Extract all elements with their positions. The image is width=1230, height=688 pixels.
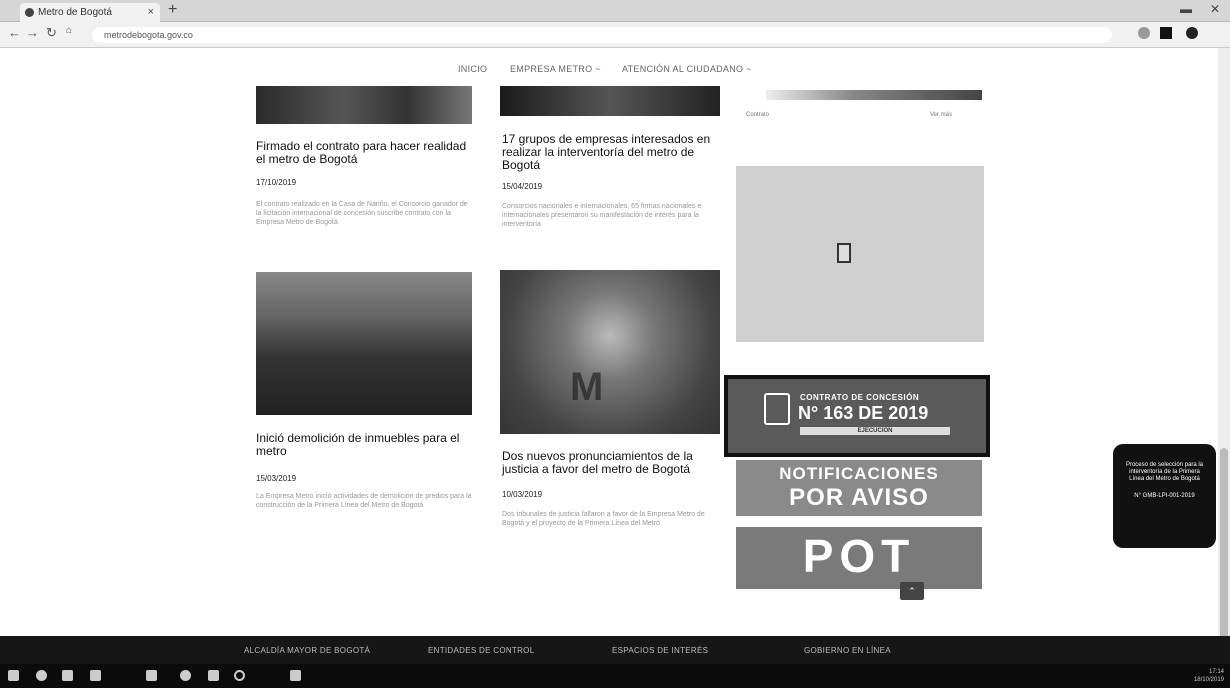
- url-input[interactable]: metrodebogota.gov.co: [92, 27, 1112, 43]
- browser-tab[interactable]: Metro de Bogotá ×: [20, 3, 160, 22]
- footer-link[interactable]: ENTIDADES DE CONTROL: [428, 646, 534, 655]
- favicon-icon: [25, 8, 34, 17]
- notice-popup[interactable]: Proceso de selección para la interventor…: [1113, 444, 1216, 548]
- metro-logo-mark: M: [570, 365, 604, 409]
- sidebar-caption-left: Contrato: [746, 112, 770, 118]
- pinned-app-icon[interactable]: [290, 670, 301, 681]
- site-footer: ALCALDÍA MAYOR DE BOGOTÁ ENTIDADES DE CO…: [0, 636, 1230, 664]
- scroll-to-top-button[interactable]: ⌃: [900, 582, 924, 600]
- extension-icon[interactable]: [1160, 27, 1172, 39]
- embedded-document-placeholder[interactable]: [736, 166, 984, 342]
- news-title[interactable]: Firmado el contrato para hacer realidad …: [256, 140, 472, 166]
- footer-link[interactable]: GOBIERNO EN LÍNEA: [804, 646, 891, 655]
- news-excerpt: Dos tribunales de justicia fallaron a fa…: [502, 511, 705, 527]
- document-icon: [837, 243, 851, 263]
- news-title[interactable]: Dos nuevos pronunciamientos de la justic…: [502, 450, 720, 476]
- notifications-banner[interactable]: NOTIFICACIONES POR AVISO: [736, 460, 982, 516]
- star-icon[interactable]: [1138, 27, 1150, 39]
- search-icon[interactable]: [36, 670, 47, 681]
- sidebar-image-strip: [766, 90, 982, 100]
- back-icon[interactable]: ←: [8, 25, 21, 40]
- forward-icon[interactable]: →: [26, 25, 39, 40]
- app-icon[interactable]: [208, 670, 219, 681]
- notifications-line2: POR AVISO: [789, 484, 929, 511]
- home-icon[interactable]: ⌂: [66, 25, 72, 36]
- contract-banner-line2: N° 163 DE 2019: [798, 403, 929, 423]
- news-excerpt: Consorcios nacionales e internacionales,…: [502, 203, 702, 228]
- browser-tab-bar: Metro de Bogotá × + ▬ ✕: [0, 0, 1230, 22]
- news-date: 17/10/2019: [256, 178, 297, 187]
- reload-icon[interactable]: ↻: [46, 25, 57, 41]
- close-window-icon[interactable]: ✕: [1210, 2, 1220, 16]
- pot-banner[interactable]: POT: [736, 527, 982, 589]
- news-image-interventoria[interactable]: [500, 86, 720, 116]
- contract-document-icon: [764, 393, 790, 425]
- news-title[interactable]: 17 grupos de empresas interesados en rea…: [502, 133, 720, 172]
- news-image-contract[interactable]: [256, 86, 472, 124]
- contract-banner[interactable]: CONTRATO DE CONCESIÓN N° 163 DE 2019 EJE…: [724, 375, 990, 457]
- footer-link[interactable]: ALCALDÍA MAYOR DE BOGOTÁ: [244, 646, 370, 655]
- news-date: 15/03/2019: [256, 474, 297, 483]
- scrollbar-thumb[interactable]: [1220, 448, 1228, 648]
- chrome-icon[interactable]: [234, 670, 245, 681]
- news-date: 15/04/2019: [502, 182, 543, 191]
- clock-date: 18/10/2019: [1193, 677, 1224, 683]
- start-icon[interactable]: [8, 670, 19, 681]
- notifications-line1: NOTIFICACIONES: [779, 464, 939, 483]
- browser-icon[interactable]: [180, 670, 191, 681]
- page-scrollbar[interactable]: [1218, 48, 1230, 648]
- task-view-icon[interactable]: [62, 670, 73, 681]
- new-tab-button[interactable]: +: [168, 1, 177, 19]
- file-explorer-icon[interactable]: [90, 670, 101, 681]
- clock-time: 17:14: [1208, 669, 1224, 675]
- news-image-metro-logo[interactable]: M: [500, 270, 720, 434]
- os-taskbar: 17:14 18/10/2019: [0, 664, 1230, 688]
- notice-number: N° GMB-LPI-001-2019: [1134, 493, 1195, 499]
- profile-icon[interactable]: [1186, 27, 1198, 39]
- news-title[interactable]: Inició demolición de inmuebles para el m…: [256, 432, 472, 458]
- taskbar-clock[interactable]: 17:14 18/10/2019: [1194, 668, 1224, 684]
- close-tab-icon[interactable]: ×: [148, 3, 154, 22]
- menu-item-atencion[interactable]: ATENCIÓN AL CIUDADANO ~: [622, 64, 752, 74]
- pot-banner-text: POT: [802, 530, 916, 582]
- news-image-demolition[interactable]: [256, 272, 472, 415]
- store-icon[interactable]: [146, 670, 157, 681]
- news-excerpt: El contrato realizado en la Casa de Nari…: [256, 201, 468, 226]
- footer-link[interactable]: ESPACIOS DE INTERÉS: [612, 646, 708, 655]
- address-bar-row: ← → ↻ ⌂ metrodebogota.gov.co: [0, 22, 1230, 48]
- minimize-icon[interactable]: ▬: [1180, 2, 1192, 16]
- contract-banner-line1: CONTRATO DE CONCESIÓN: [800, 393, 920, 402]
- notice-text: Proceso de selección para la interventor…: [1125, 462, 1204, 482]
- site-menu: INICIO EMPRESA METRO ~ ATENCIÓN AL CIUDA…: [0, 48, 1230, 86]
- menu-item-inicio[interactable]: INICIO: [458, 64, 487, 74]
- tab-title: Metro de Bogotá: [38, 7, 112, 18]
- news-date: 10/03/2019: [502, 490, 543, 499]
- news-excerpt: La Empresa Metro inició actividades de d…: [256, 493, 472, 509]
- contract-banner-line3: EJECUCIÓN: [800, 427, 950, 435]
- sidebar-caption-right[interactable]: Ver más: [930, 112, 952, 118]
- menu-item-empresa[interactable]: EMPRESA METRO ~: [510, 64, 601, 74]
